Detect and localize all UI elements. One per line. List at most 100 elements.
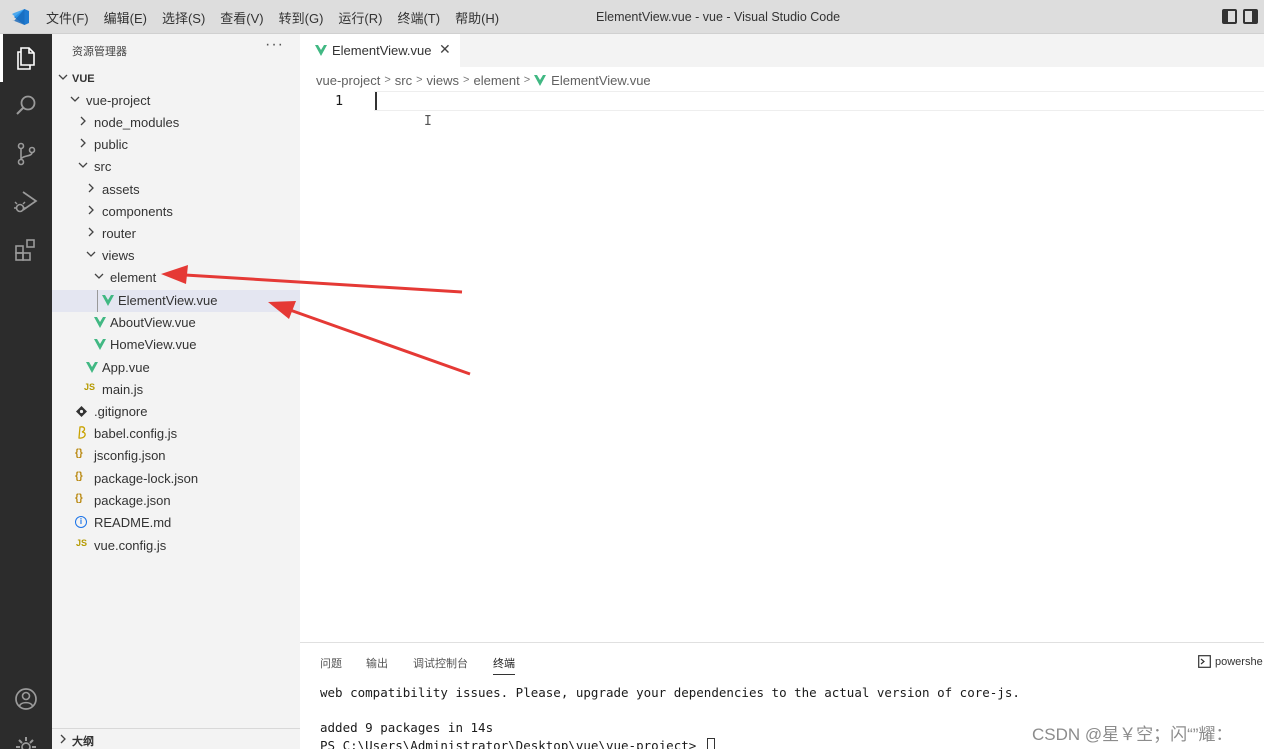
breadcrumb-item[interactable]: views [427,73,460,88]
chevron-down-icon [70,96,80,102]
menu-selection[interactable]: 选择(S) [162,8,205,27]
terminal-cursor [706,738,715,749]
outline-section[interactable]: 大纲 [52,728,300,749]
tree-file-homeview[interactable]: HomeView.vue [52,334,300,356]
tree-label: jsconfig.json [94,448,166,463]
vscode-logo-icon [12,9,29,25]
tree-file-elementview[interactable]: ElementView.vue [52,290,300,312]
tree-file-package-json[interactable]: {} package.json [52,490,300,512]
menu-go[interactable]: 转到(G) [279,8,324,27]
tree-label: assets [102,182,140,197]
tree-folder-vue-project[interactable]: vue-project [52,90,300,112]
vue-file-icon [315,45,327,56]
files-icon [17,47,35,70]
tree-folder-node-modules[interactable]: node_modules [52,112,300,134]
breadcrumb: vue-project > src > views > element > El… [316,71,651,89]
tree-file-app-vue[interactable]: App.vue [52,357,300,379]
babel-file-icon [78,426,86,439]
tree-folder-components[interactable]: components [52,201,300,223]
run-debug-activity[interactable] [0,178,52,226]
manage-activity[interactable] [0,723,52,749]
tab-output[interactable]: 输出 [366,655,388,671]
close-icon[interactable]: ✕ [439,41,451,58]
menu-terminal[interactable]: 终端(T) [397,8,440,27]
tree-file-jsconfig[interactable]: {} jsconfig.json [52,445,300,467]
vue-file-icon [534,74,547,86]
activity-bar [0,34,52,749]
source-control-icon [17,142,36,166]
extensions-activity[interactable] [0,226,52,274]
menu-bar: 文件(F) 编辑(E) 选择(S) 查看(V) 转到(G) 运行(R) 终端(T… [46,0,514,34]
current-line-highlight[interactable] [374,91,1264,111]
tree-folder-element[interactable]: element [52,267,300,289]
chevron-right-icon: > [384,74,391,86]
menu-edit[interactable]: 编辑(E) [104,8,147,27]
js-file-icon: JS [84,382,96,392]
tree-label: babel.config.js [94,426,178,441]
terminal-prompt-line[interactable]: PS C:\Users\Administrator\Desktop\vue\vu… [320,738,715,749]
tab-elementview[interactable]: ElementView.vue ✕ [300,34,460,67]
tree-label: router [102,226,136,241]
tab-problems[interactable]: 问题 [320,655,342,671]
accounts-activity[interactable] [0,675,52,723]
tree-label: HomeView.vue [110,337,197,352]
tree-folder-assets[interactable]: assets [52,179,300,201]
tree-label: components [102,204,173,219]
ibeam-cursor-icon: I [424,114,432,129]
tree-file-vue-config[interactable]: JS vue.config.js [52,535,300,557]
breadcrumb-item[interactable]: src [395,73,412,88]
tree-file-gitignore[interactable]: .gitignore [52,401,300,423]
tree-label: AboutView.vue [110,315,196,330]
chevron-right-icon [88,227,94,237]
tree-label: views [102,248,135,263]
tree-label: vue-project [86,93,151,108]
tree-folder-router[interactable]: router [52,223,300,245]
toggle-primary-sidebar-icon[interactable] [1222,9,1237,24]
tab-debug-console[interactable]: 调试控制台 [413,655,468,671]
run-debug-icon [14,191,38,213]
terminal-line: added 9 packages in 14s [320,720,494,735]
vue-file-icon [102,295,114,306]
tree-file-babel-config[interactable]: babel.config.js [52,423,300,445]
chevron-down-icon [58,74,68,80]
tree-label: public [94,137,128,152]
tab-label: ElementView.vue [332,43,432,58]
breadcrumb-item[interactable]: vue-project [316,73,380,88]
js-file-icon: JS [76,538,88,548]
csdn-watermark: CSDN @星￥空；闪“”耀： [1032,725,1233,744]
source-control-activity[interactable] [0,130,52,178]
vue-file-icon [94,317,106,328]
tree-file-package-lock[interactable]: {} package-lock.json [52,468,300,490]
chevron-right-icon: > [463,74,470,86]
search-activity[interactable] [0,82,52,130]
tab-terminal[interactable]: 终端 [493,655,515,675]
breadcrumb-item[interactable]: element [473,73,519,88]
explorer-activity[interactable] [0,34,52,82]
terminal-selector[interactable]: powershe [1198,655,1263,668]
tree-label: README.md [94,515,172,530]
chevron-right-icon [60,734,66,744]
tree-file-aboutview[interactable]: AboutView.vue [52,312,300,334]
more-actions-icon[interactable]: ··· [265,36,284,54]
chevron-right-icon: > [416,74,423,86]
window-title: ElementView.vue - vue - Visual Studio Co… [596,10,841,24]
tree-file-main-js[interactable]: JS main.js [52,379,300,401]
tree-file-readme[interactable]: i README.md [52,512,300,534]
menu-view[interactable]: 查看(V) [220,8,263,27]
outline-label: 大纲 [72,736,94,748]
tree-label: element [110,270,157,285]
json-file-icon: {} [75,493,83,504]
toggle-secondary-sidebar-icon[interactable] [1243,9,1258,24]
menu-run[interactable]: 运行(R) [338,8,382,27]
tree-folder-views[interactable]: views [52,245,300,267]
tree-root-vue[interactable]: VUE [52,68,300,90]
menu-file[interactable]: 文件(F) [46,8,89,27]
editor-tab-bar: ElementView.vue ✕ [300,34,1264,67]
tree-folder-public[interactable]: public [52,134,300,156]
tree-folder-src[interactable]: src [52,156,300,178]
chevron-down-icon [86,251,96,257]
terminal-prompt: PS C:\Users\Administrator\Desktop\vue\vu… [320,738,704,749]
search-icon [16,95,36,115]
breadcrumb-item[interactable]: ElementView.vue [551,73,651,88]
menu-help[interactable]: 帮助(H) [455,8,499,27]
